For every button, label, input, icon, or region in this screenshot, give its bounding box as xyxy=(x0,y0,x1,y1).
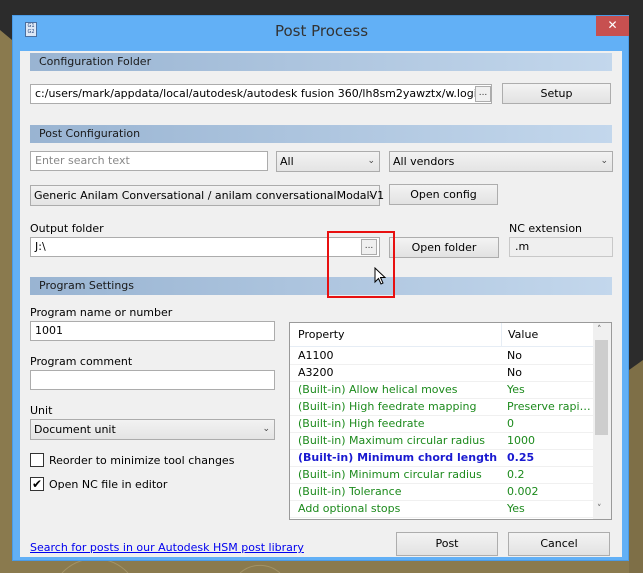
program-comment-input[interactable] xyxy=(30,370,275,390)
property-name: (Built-in) High feedrate mapping xyxy=(298,400,477,413)
property-name: A1100 xyxy=(298,349,334,362)
chevron-down-icon: ⌄ xyxy=(262,424,270,434)
scroll-down-icon[interactable]: ˅ xyxy=(597,504,602,514)
unit-select-value: Document unit xyxy=(34,423,116,436)
highlight-annotation xyxy=(327,231,395,298)
property-value[interactable]: 0.25 xyxy=(507,450,534,466)
search-input[interactable]: Enter search text xyxy=(30,151,268,171)
table-row[interactable]: (Built-in) Minimum circular radius 0.2 xyxy=(290,467,593,484)
table-row[interactable]: Add optional stops Yes xyxy=(290,501,593,518)
post-button[interactable]: Post xyxy=(396,532,498,556)
dialog-body: Configuration Folder c:/users/mark/appda… xyxy=(20,51,622,557)
unit-label: Unit xyxy=(30,404,53,417)
property-name: (Built-in) Allow helical moves xyxy=(298,383,458,396)
category-select-value: All xyxy=(280,155,294,168)
program-name-input[interactable]: 1001 xyxy=(30,321,275,341)
property-value[interactable]: No xyxy=(507,365,522,381)
property-name: (Built-in) High feedrate xyxy=(298,417,425,430)
section-program-settings: Program Settings xyxy=(30,277,612,295)
property-name: A3200 xyxy=(298,366,334,379)
table-row[interactable]: (Built-in) Tolerance 0.002 xyxy=(290,484,593,501)
table-row[interactable]: (Built-in) Allow helical moves Yes xyxy=(290,382,593,399)
properties-table: Property Value A1100 No A3200 No (Built-in) … xyxy=(289,322,612,520)
property-value[interactable]: 0.2 xyxy=(507,467,525,483)
property-value[interactable]: No xyxy=(507,348,522,364)
section-configuration-folder: Configuration Folder xyxy=(30,53,612,71)
open-nc-checkbox[interactable]: ✔ xyxy=(30,477,44,491)
property-value[interactable]: 0.002 xyxy=(507,484,539,500)
table-row[interactable]: (Built-in) Minimum chord length 0.25 xyxy=(290,450,593,467)
property-value[interactable]: Yes xyxy=(507,501,525,517)
table-row[interactable]: (Built-in) High feedrate 0 xyxy=(290,416,593,433)
property-value[interactable]: 0 xyxy=(507,416,514,432)
config-folder-browse-button[interactable]: ... xyxy=(475,86,491,102)
program-name-label: Program name or number xyxy=(30,306,173,319)
section-post-configuration: Post Configuration xyxy=(30,125,612,143)
close-button[interactable]: ✕ xyxy=(596,16,629,36)
vendor-select-value: All vendors xyxy=(393,155,455,168)
table-scrollbar[interactable]: ˄ ˅ xyxy=(593,323,611,519)
config-folder-input[interactable]: c:/users/mark/appdata/local/autodesk/aut… xyxy=(30,84,492,104)
nc-extension-label: NC extension xyxy=(509,222,583,235)
vendor-select[interactable]: All vendors ⌄ xyxy=(389,151,613,172)
cancel-button[interactable]: Cancel xyxy=(508,532,610,556)
table-row[interactable]: A3200 No xyxy=(290,365,593,382)
scrollbar-thumb[interactable] xyxy=(595,340,608,435)
scroll-up-icon[interactable]: ˄ xyxy=(597,325,602,335)
chevron-down-icon: ⌄ xyxy=(367,156,375,166)
output-folder-label: Output folder xyxy=(30,222,104,235)
nc-extension-field[interactable]: .m xyxy=(509,237,613,257)
reorder-checkbox[interactable] xyxy=(30,453,44,467)
post-select-value: Generic Anilam Conversational / anilam c… xyxy=(34,189,385,202)
category-select[interactable]: All ⌄ xyxy=(276,151,380,172)
property-name: (Built-in) Tolerance xyxy=(298,485,402,498)
property-name: (Built-in) Minimum chord length xyxy=(298,451,498,464)
column-header-property[interactable]: Property xyxy=(298,323,345,347)
column-header-value[interactable]: Value xyxy=(501,323,538,347)
unit-select[interactable]: Document unit ⌄ xyxy=(30,419,275,440)
property-value[interactable]: Yes xyxy=(507,382,525,398)
program-comment-label: Program comment xyxy=(30,355,133,368)
chevron-down-icon: ⌄ xyxy=(367,190,375,200)
table-row[interactable]: A1100 No xyxy=(290,348,593,365)
reorder-label: Reorder to minimize tool changes xyxy=(49,454,235,467)
open-nc-label: Open NC file in editor xyxy=(49,478,168,491)
post-library-link[interactable]: Search for posts in our Autodesk HSM pos… xyxy=(30,541,304,554)
property-name: (Built-in) Minimum circular radius xyxy=(298,468,482,481)
post-select[interactable]: Generic Anilam Conversational / anilam c… xyxy=(30,185,384,206)
setup-button[interactable]: Setup xyxy=(502,83,611,104)
property-name: Add optional stops xyxy=(298,502,401,515)
open-config-button[interactable]: Open config xyxy=(389,184,498,205)
property-value[interactable]: Preserve rapi… xyxy=(507,399,591,415)
chevron-down-icon: ⌄ xyxy=(600,156,608,166)
table-row[interactable]: (Built-in) High feedrate mapping Preserve… xyxy=(290,399,593,416)
mouse-cursor-icon xyxy=(374,267,387,285)
post-process-dialog: G1 G2 Post Process ✕ Configuration Folder… xyxy=(12,15,629,561)
window-title: Post Process xyxy=(274,22,369,40)
property-value[interactable]: 1000 xyxy=(507,433,535,449)
checkmark-icon: ✔ xyxy=(31,477,43,491)
table-row[interactable]: (Built-in) Maximum circular radius 1000 xyxy=(290,433,593,450)
table-header: Property Value xyxy=(290,323,593,347)
open-folder-button[interactable]: Open folder xyxy=(389,237,499,258)
property-name: (Built-in) Maximum circular radius xyxy=(298,434,485,447)
